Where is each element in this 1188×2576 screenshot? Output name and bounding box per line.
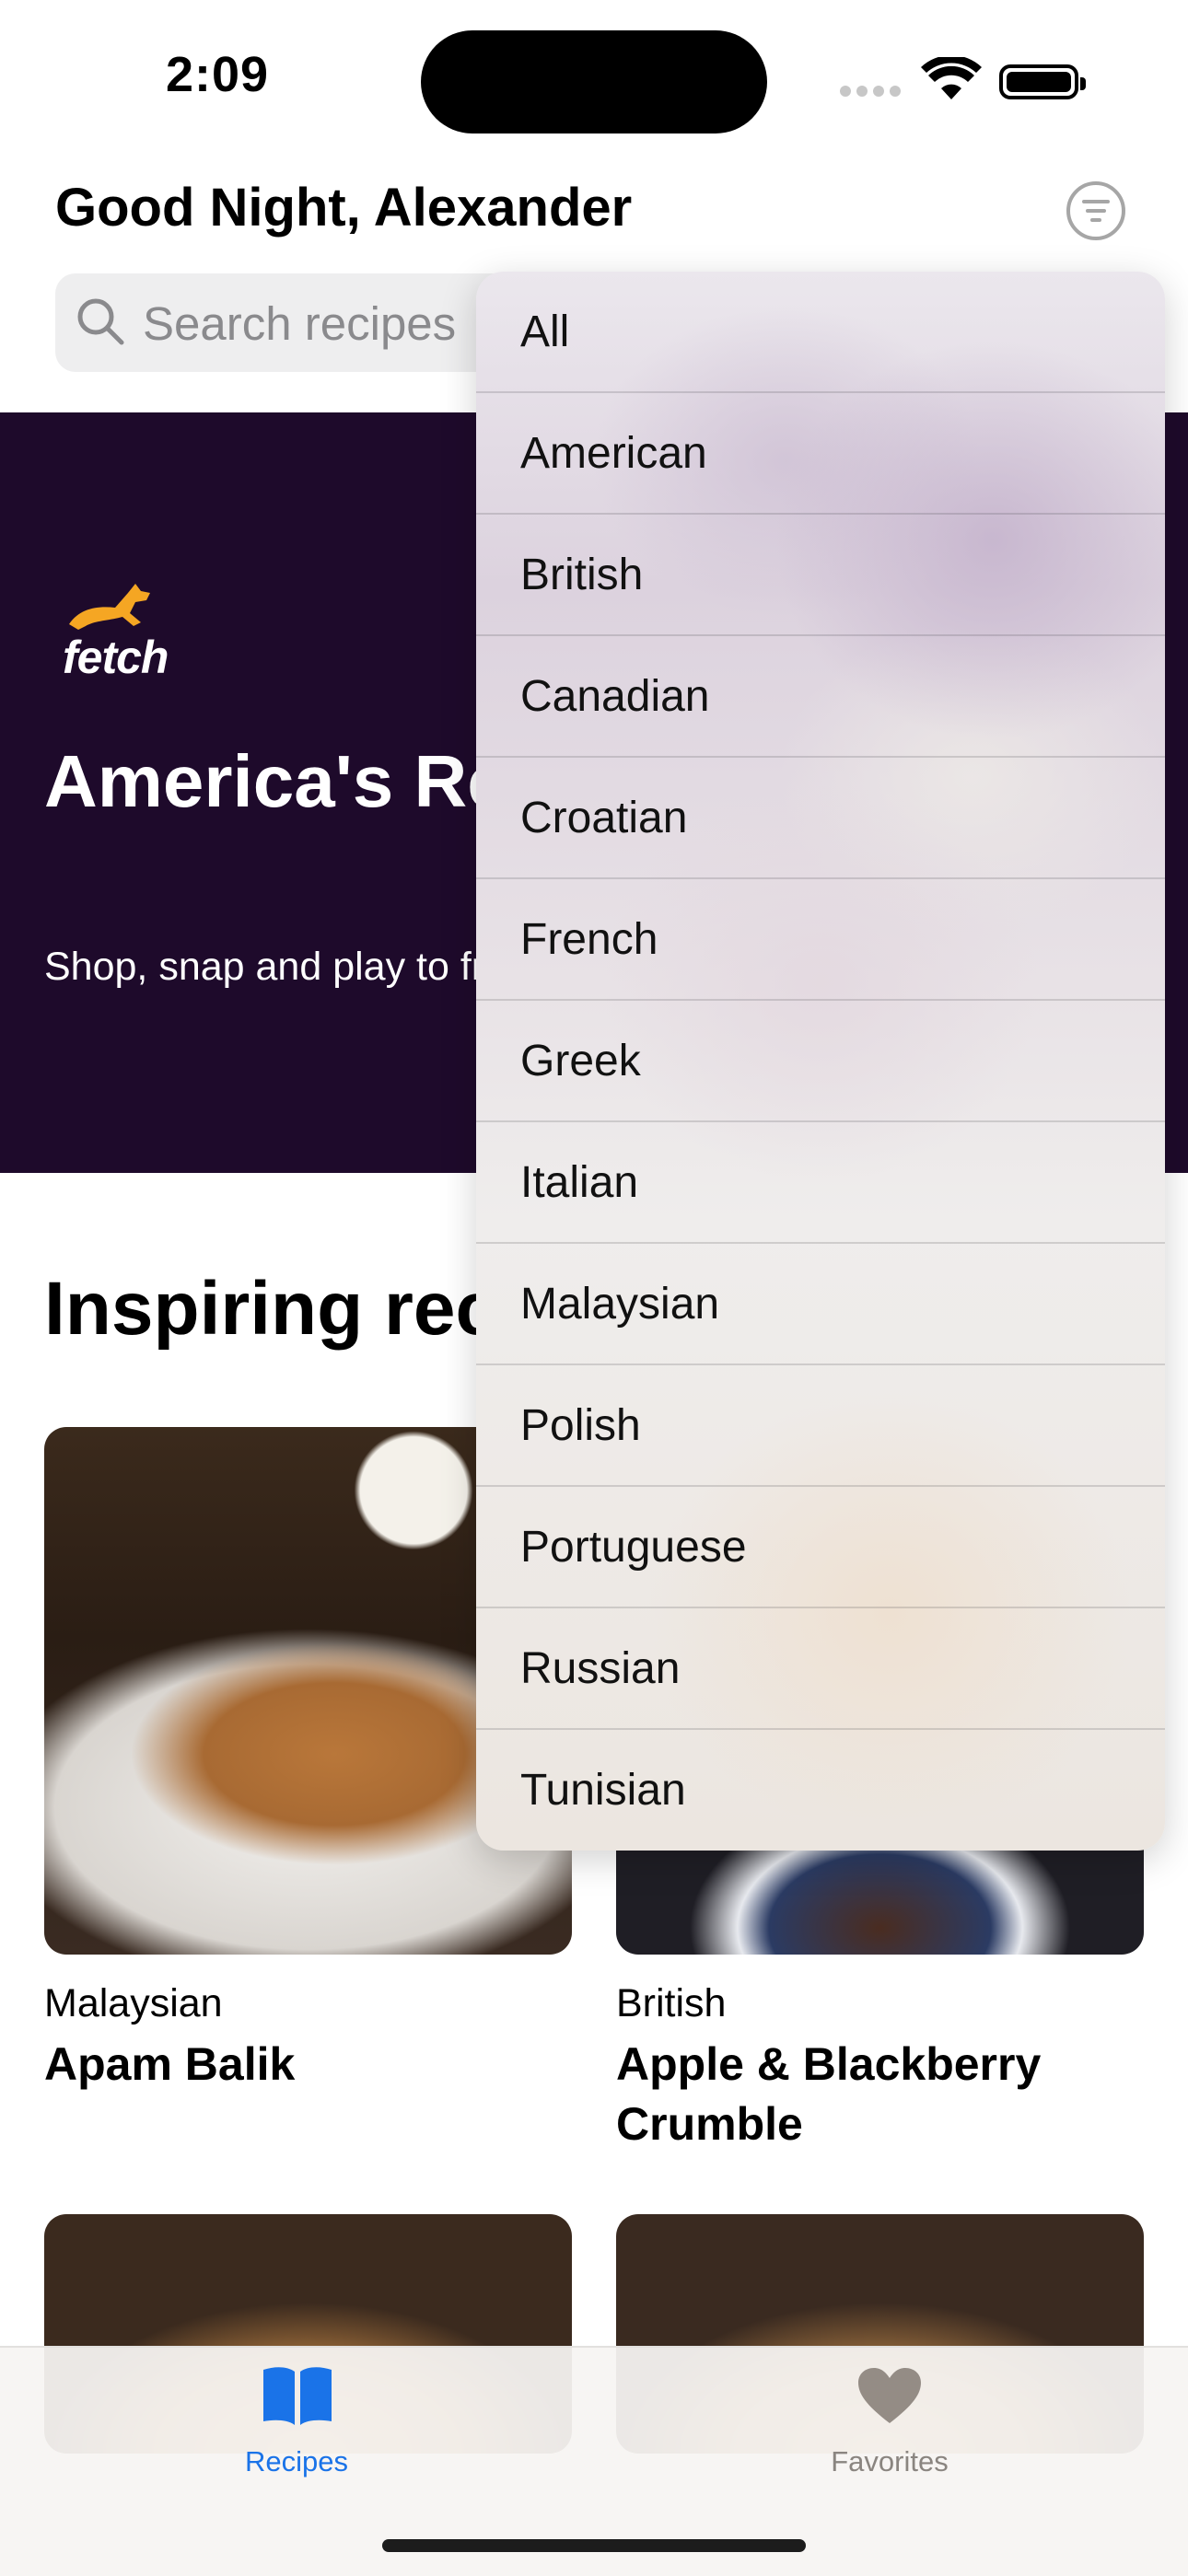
- menu-item-label: Portuguese: [520, 1523, 747, 1572]
- menu-item-american[interactable]: American: [476, 393, 1165, 515]
- heart-icon[interactable]: [856, 2366, 923, 2430]
- menu-item-label: Tunisian: [520, 1766, 686, 1815]
- recipe-name[interactable]: Apple & Blackberry Crumble: [616, 2035, 1144, 2154]
- status-time: 2:09: [166, 47, 270, 102]
- search-placeholder: Search recipes: [143, 297, 457, 350]
- menu-item-greek[interactable]: Greek: [476, 1001, 1165, 1122]
- menu-item-label: All: [520, 307, 570, 356]
- filter-button[interactable]: [1066, 181, 1125, 240]
- menu-item-label: Malaysian: [520, 1280, 720, 1329]
- menu-item-portuguese[interactable]: Portuguese: [476, 1487, 1165, 1608]
- menu-item-label: American: [520, 429, 707, 478]
- search-icon: [76, 296, 125, 351]
- dynamic-island: [421, 30, 767, 133]
- greeting-title: Good Night, Alexander: [55, 178, 633, 238]
- tab-favorites[interactable]: Favorites: [751, 2445, 1028, 2478]
- menu-item-italian[interactable]: Italian: [476, 1122, 1165, 1244]
- section-title: Inspiring rec: [44, 1267, 498, 1351]
- menu-item-label: Polish: [520, 1401, 641, 1450]
- menu-item-label: Russian: [520, 1644, 681, 1693]
- recipe-cuisine: British: [616, 1981, 727, 2025]
- menu-item-russian[interactable]: Russian: [476, 1608, 1165, 1730]
- menu-item-label: Canadian: [520, 672, 710, 721]
- book-icon[interactable]: [260, 2364, 335, 2431]
- menu-item-french[interactable]: French: [476, 879, 1165, 1001]
- menu-item-label: British: [520, 551, 644, 599]
- wifi-icon: [921, 54, 982, 106]
- cuisine-filter-menu: All American British Canadian Croatian F…: [476, 272, 1165, 1851]
- menu-item-malaysian[interactable]: Malaysian: [476, 1244, 1165, 1365]
- menu-item-label: Greek: [520, 1037, 641, 1085]
- menu-item-canadian[interactable]: Canadian: [476, 636, 1165, 758]
- menu-item-tunisian[interactable]: Tunisian: [476, 1730, 1165, 1851]
- fetch-dog-logo-icon: [62, 580, 163, 636]
- menu-item-label: Croatian: [520, 794, 688, 842]
- menu-item-polish[interactable]: Polish: [476, 1365, 1165, 1487]
- menu-item-label: Italian: [520, 1158, 639, 1207]
- home-indicator: [382, 2539, 806, 2552]
- menu-item-label: French: [520, 915, 658, 964]
- menu-item-all[interactable]: All: [476, 272, 1165, 393]
- tab-recipes[interactable]: Recipes: [158, 2445, 435, 2478]
- menu-item-croatian[interactable]: Croatian: [476, 758, 1165, 879]
- fetch-brand-logo: fetch: [63, 632, 169, 683]
- menu-item-british[interactable]: British: [476, 515, 1165, 636]
- cellular-signal-icon: [840, 85, 906, 101]
- battery-icon: [999, 64, 1086, 99]
- recipe-cuisine: Malaysian: [44, 1981, 223, 2025]
- recipe-name[interactable]: Apam Balik: [44, 2035, 572, 2094]
